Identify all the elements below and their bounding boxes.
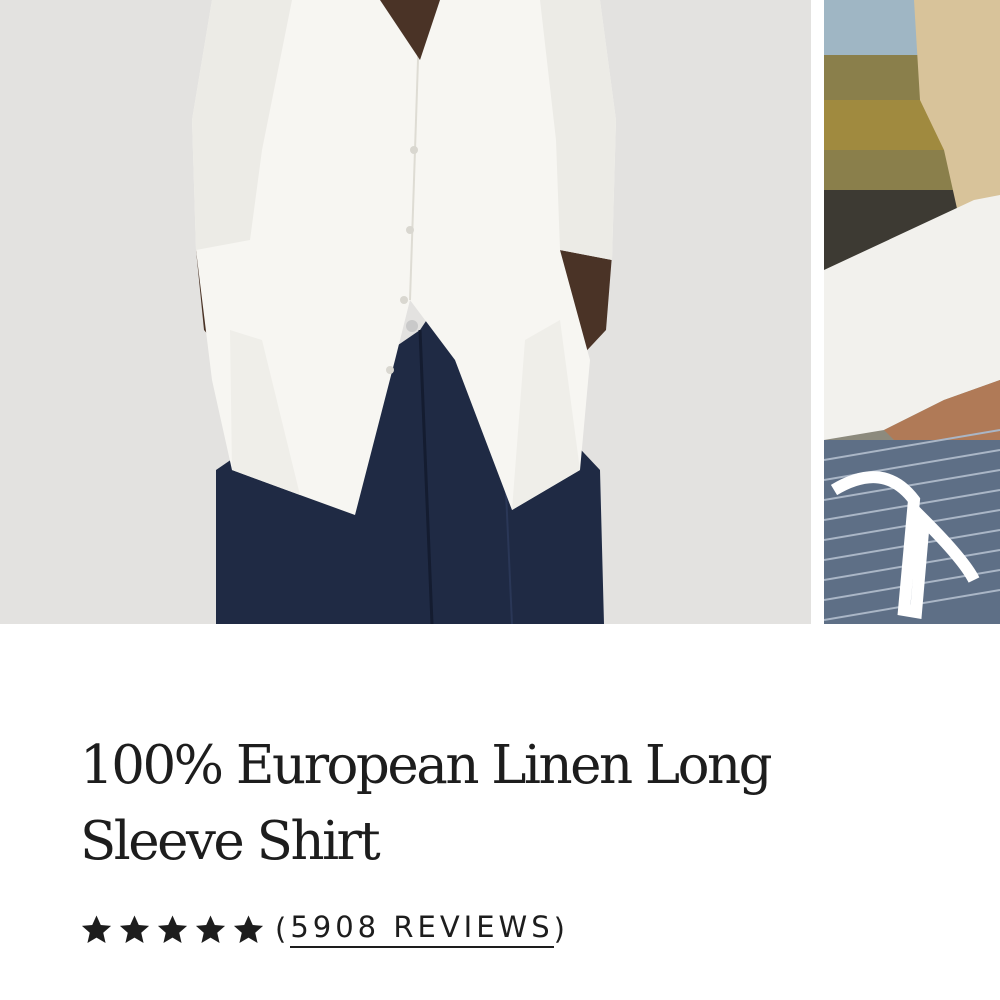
product-image-next[interactable] [824, 0, 1000, 624]
star-icon [233, 914, 264, 943]
product-title: 100% European Linen Long Sleeve Shirt [80, 735, 773, 872]
star-icon [195, 914, 226, 943]
reviews-open-paren: ( [275, 912, 291, 946]
product-image-main[interactable] [0, 0, 811, 624]
product-page: 100% European Linen Long Sleeve Shirt ( … [0, 0, 1000, 1000]
reviews-close-paren: ) [553, 912, 569, 946]
product-photo-outdoor [824, 0, 1000, 624]
star-icon [81, 914, 112, 943]
product-photo [0, 0, 811, 624]
reviews-count[interactable]: 5908 REVIEWS [290, 910, 554, 948]
product-image-gallery[interactable] [0, 0, 1000, 624]
product-rating: ( 5908 REVIEWS ) [80, 904, 569, 954]
star-icon [119, 914, 150, 943]
star-icon [157, 914, 188, 943]
rating-stars [80, 913, 265, 946]
reviews-link[interactable]: ( 5908 REVIEWS ) [275, 910, 569, 948]
